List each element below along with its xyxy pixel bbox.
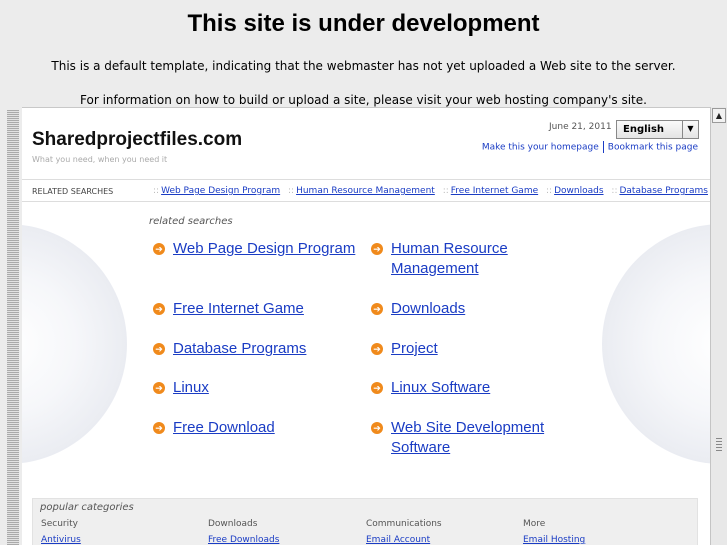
separator-dots: :: xyxy=(546,186,553,196)
related-link[interactable]: Web Page Design Program xyxy=(173,239,355,259)
related-item: ➔ Linux Software xyxy=(371,378,490,398)
arrow-right-icon: ➔ xyxy=(153,243,165,255)
separator-dots: :: xyxy=(611,186,618,196)
parked-page-frame: Sharedprojectfiles.com What you need, wh… xyxy=(22,107,710,545)
category-column: Communications Email Account xyxy=(366,519,442,545)
related-link[interactable]: Web Site Development Software xyxy=(391,418,576,458)
decorative-circle-left xyxy=(22,224,127,464)
arrow-right-icon: ➔ xyxy=(371,303,383,315)
related-searches-title: related searches xyxy=(149,216,233,227)
separator-dots: :: xyxy=(288,186,295,196)
related-item: ➔ Web Page Design Program xyxy=(153,239,355,259)
related-link[interactable]: Project xyxy=(391,339,438,359)
category-link[interactable]: Email Hosting xyxy=(523,535,585,545)
related-item: ➔ Database Programs xyxy=(153,339,306,359)
related-item: ➔ Human Resource Management xyxy=(371,239,576,279)
category-column: Security Antivirus xyxy=(41,519,81,545)
separator-dots: :: xyxy=(153,186,160,196)
related-bar-link[interactable]: Human Resource Management xyxy=(296,186,435,196)
date-label: June 21, 2011 xyxy=(549,122,612,132)
related-link[interactable]: Free Download xyxy=(173,418,275,438)
related-bar-link[interactable]: Free Internet Game xyxy=(451,186,538,196)
arrow-right-icon: ➔ xyxy=(371,422,383,434)
site-name: Sharedprojectfiles.com xyxy=(32,129,243,150)
related-bar-link[interactable]: Database Programs xyxy=(619,186,707,196)
link-divider xyxy=(602,141,604,153)
related-searches-label: RELATED SEARCHES xyxy=(32,187,114,196)
related-searches-links: :: Web Page Design Program :: Human Resour… xyxy=(148,186,708,196)
category-heading: More xyxy=(523,519,546,529)
related-link[interactable]: Downloads xyxy=(391,299,465,319)
related-item: ➔ Project xyxy=(371,339,438,359)
vertical-scrollbar[interactable]: ▲ xyxy=(710,107,727,545)
scroll-up-icon[interactable]: ▲ xyxy=(712,108,726,123)
decorative-circle-right xyxy=(602,224,710,464)
related-item: ➔ Web Site Development Software xyxy=(371,418,576,458)
popular-categories-title: popular categories xyxy=(40,502,134,513)
top-links: Make this your homepage Bookmark this pag… xyxy=(482,141,698,153)
dropdown-arrow-icon[interactable]: ▼ xyxy=(682,121,698,138)
dev-notice-line-2: For information on how to build or uploa… xyxy=(80,93,647,107)
scroll-grip-icon[interactable] xyxy=(716,437,722,451)
dev-notice-line-1: This is a default template, indicating t… xyxy=(51,59,676,73)
bookmark-link[interactable]: Bookmark this page xyxy=(608,143,698,153)
arrow-right-icon: ➔ xyxy=(153,303,165,315)
related-searches-bar: RELATED SEARCHES :: Web Page Design Progr… xyxy=(22,179,710,202)
related-link[interactable]: Database Programs xyxy=(173,339,306,359)
related-link[interactable]: Linux xyxy=(173,378,209,398)
category-link[interactable]: Antivirus xyxy=(41,535,81,545)
separator-dots: :: xyxy=(442,186,449,196)
category-link[interactable]: Free Downloads xyxy=(208,535,279,545)
related-item: ➔ Linux xyxy=(153,378,209,398)
arrow-right-icon: ➔ xyxy=(371,343,383,355)
popular-categories: popular categories Security Antivirus Do… xyxy=(32,498,698,545)
category-column: More Email Hosting xyxy=(523,519,585,545)
related-link[interactable]: Free Internet Game xyxy=(173,299,304,319)
arrow-right-icon: ➔ xyxy=(153,422,165,434)
related-bar-link[interactable]: Web Page Design Program xyxy=(161,186,280,196)
arrow-right-icon: ➔ xyxy=(371,243,383,255)
related-link[interactable]: Human Resource Management xyxy=(391,239,576,279)
related-item: ➔ Free Internet Game xyxy=(153,299,304,319)
category-link[interactable]: Email Account xyxy=(366,535,442,545)
category-heading: Security xyxy=(41,519,78,529)
category-heading: Communications xyxy=(366,519,442,529)
left-frame-stripe xyxy=(7,110,19,545)
language-select[interactable]: English ▼ xyxy=(616,120,699,139)
arrow-right-icon: ➔ xyxy=(371,382,383,394)
site-tagline: What you need, when you need it xyxy=(32,155,168,164)
related-item: ➔ Free Download xyxy=(153,418,275,438)
related-bar-link[interactable]: Downloads xyxy=(554,186,603,196)
related-item: ➔ Downloads xyxy=(371,299,465,319)
language-value: English xyxy=(623,124,665,135)
category-column: Downloads Free Downloads xyxy=(208,519,279,545)
category-heading: Downloads xyxy=(208,519,258,529)
arrow-right-icon: ➔ xyxy=(153,382,165,394)
make-homepage-link[interactable]: Make this your homepage xyxy=(482,143,599,153)
related-link[interactable]: Linux Software xyxy=(391,378,490,398)
dev-title: This site is under development xyxy=(187,10,540,37)
arrow-right-icon: ➔ xyxy=(153,343,165,355)
